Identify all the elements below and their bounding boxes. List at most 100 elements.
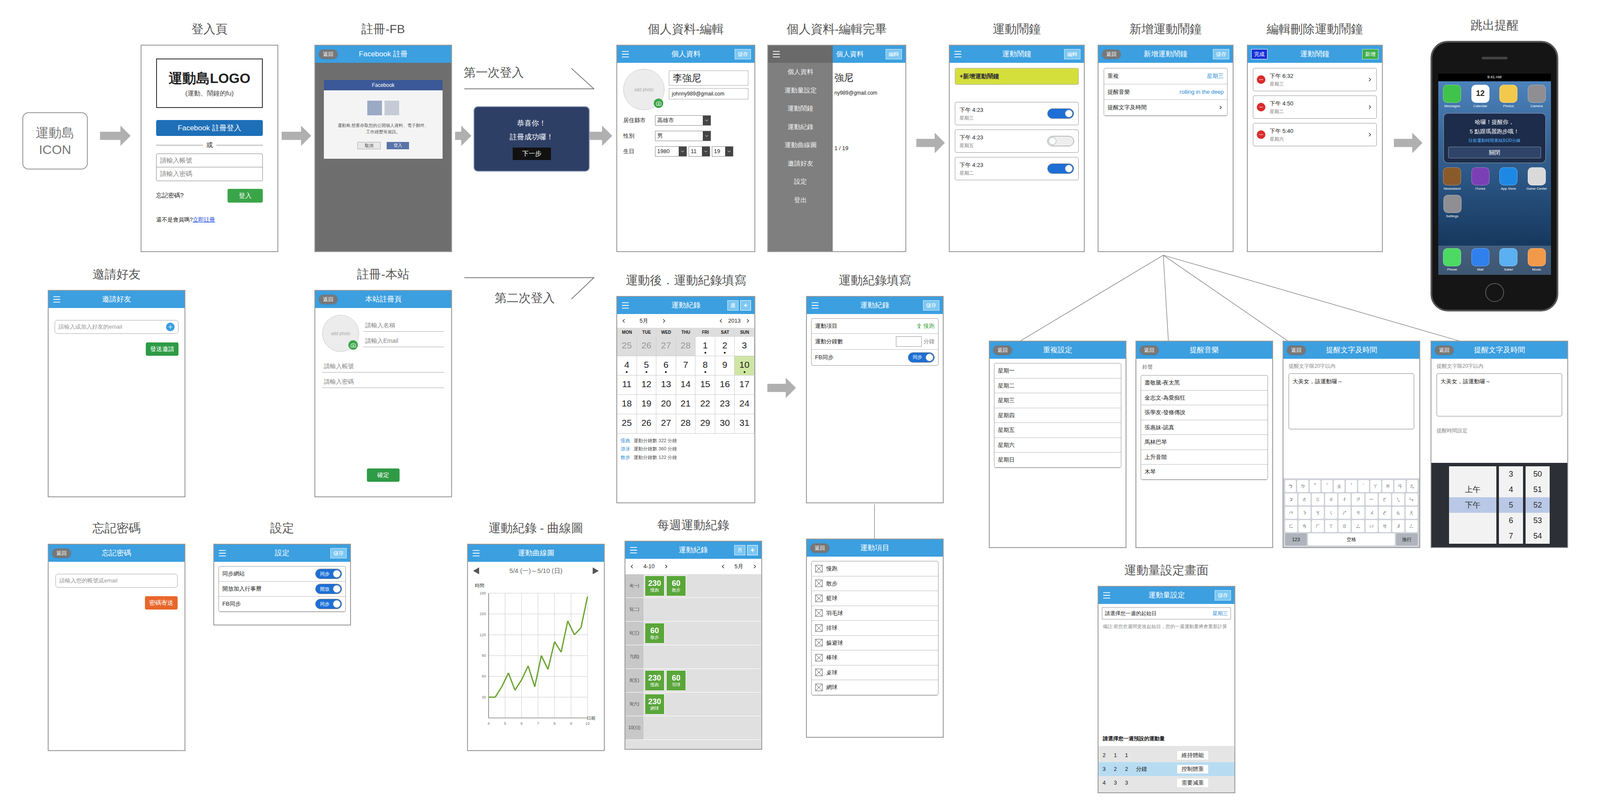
header-button[interactable]: 週 bbox=[727, 300, 739, 311]
next-icon[interactable] bbox=[592, 567, 599, 575]
text-input[interactable]: 請輸入名稱 bbox=[363, 319, 445, 332]
delete-icon[interactable] bbox=[1256, 102, 1266, 112]
text-input[interactable]: 請輸入Email bbox=[363, 335, 445, 348]
calendar-day[interactable]: 6 bbox=[656, 356, 677, 376]
calendar-day[interactable]: 9 bbox=[715, 356, 736, 376]
key[interactable]: ㄗ bbox=[1351, 493, 1364, 506]
back-button[interactable]: 返回 bbox=[318, 49, 338, 59]
add-friend-icon[interactable] bbox=[166, 322, 175, 332]
list-item[interactable]: 網球 bbox=[811, 680, 939, 696]
key[interactable]: ㄑ bbox=[1325, 506, 1338, 519]
setting-row[interactable]: 重複星期三 bbox=[1104, 68, 1228, 85]
calendar-day[interactable]: 21 bbox=[676, 394, 696, 415]
calendar-day[interactable]: 14 bbox=[676, 375, 696, 395]
calendar-day[interactable]: 7 bbox=[676, 356, 696, 376]
select-box[interactable]: 11 bbox=[688, 146, 711, 157]
list-item[interactable]: 躲避球 bbox=[811, 635, 939, 651]
record-tile[interactable]: 230慢跑 bbox=[644, 575, 665, 597]
checkbox-icon[interactable] bbox=[815, 579, 823, 588]
back-button[interactable]: 返回 bbox=[1139, 345, 1159, 355]
key[interactable]: ㄐ bbox=[1325, 493, 1338, 506]
menu-icon[interactable] bbox=[217, 548, 228, 558]
prev-icon[interactable] bbox=[620, 317, 627, 324]
calendar-day[interactable]: 16 bbox=[715, 375, 736, 395]
list-item[interactable]: 星期六 bbox=[994, 437, 1121, 453]
calendar-day[interactable]: 12 bbox=[636, 375, 657, 395]
list-item[interactable]: 馬林巴琴 bbox=[1141, 434, 1268, 450]
done-button[interactable]: 完成 bbox=[1251, 49, 1268, 60]
avatar[interactable]: add photo bbox=[623, 68, 665, 111]
app-icon[interactable]: Messages bbox=[1440, 84, 1464, 109]
toggle-switch[interactable]: 同步 bbox=[315, 598, 342, 610]
calendar-day[interactable]: 24 bbox=[734, 394, 755, 415]
key[interactable]: ㄚ bbox=[1370, 480, 1382, 493]
key[interactable]: 空格 bbox=[1307, 533, 1395, 546]
edit-button[interactable]: 編輯 bbox=[885, 49, 902, 60]
app-icon[interactable]: iTunes bbox=[1468, 167, 1493, 192]
calendar-day[interactable]: 31 bbox=[734, 414, 755, 434]
confirm-button[interactable]: 登入 bbox=[386, 141, 410, 150]
sport-row[interactable]: 運動項目慢跑 bbox=[811, 318, 939, 334]
key[interactable]: ㄤ bbox=[1405, 506, 1418, 519]
app-icon[interactable]: 12Calendar bbox=[1468, 84, 1493, 109]
next-icon[interactable] bbox=[751, 563, 758, 570]
account-input[interactable]: 請輸入帳號 bbox=[156, 153, 263, 168]
calendar-day[interactable]: 3 bbox=[734, 336, 755, 357]
menu-item[interactable]: 登出 bbox=[768, 190, 833, 210]
key[interactable]: ㄊ bbox=[1298, 493, 1311, 506]
picker-item[interactable]: 7 bbox=[1498, 528, 1524, 544]
name-field[interactable]: 李強尼 bbox=[668, 70, 749, 86]
toggle-switch[interactable] bbox=[1047, 163, 1074, 174]
header-button[interactable]: 儲存 bbox=[1212, 49, 1230, 60]
app-icon[interactable]: App Store bbox=[1496, 167, 1520, 192]
app-icon[interactable]: Mail bbox=[1468, 248, 1493, 273]
calendar-day[interactable]: 13 bbox=[656, 375, 677, 395]
header-button[interactable]: 編輯 bbox=[1064, 49, 1081, 60]
key[interactable]: ㄙ bbox=[1351, 520, 1364, 533]
menu-item[interactable]: 運動曲線圖 bbox=[768, 135, 833, 155]
calendar-day[interactable]: 28 bbox=[676, 336, 696, 357]
next-icon[interactable] bbox=[744, 317, 751, 324]
header-button[interactable]: 月 bbox=[734, 544, 746, 556]
calendar-day[interactable]: 15 bbox=[695, 375, 716, 395]
menu-icon[interactable] bbox=[1101, 590, 1112, 600]
menu-icon[interactable] bbox=[471, 548, 481, 558]
calendar-day[interactable]: 23 bbox=[715, 394, 736, 415]
calendar-day[interactable]: 2 bbox=[715, 336, 736, 357]
key[interactable]: ˊ bbox=[1345, 480, 1357, 493]
calendar-day[interactable]: 30 bbox=[715, 414, 736, 434]
calendar-day[interactable]: 25 bbox=[617, 336, 637, 357]
picker-item[interactable]: 下午 bbox=[1449, 497, 1497, 513]
calendar-day[interactable]: 28 bbox=[676, 414, 696, 434]
key[interactable]: 換行 bbox=[1396, 533, 1418, 546]
app-icon[interactable]: Safari bbox=[1496, 248, 1520, 273]
checkbox-icon[interactable] bbox=[815, 624, 823, 632]
key[interactable]: ㄠ bbox=[1392, 506, 1405, 519]
list-item[interactable]: 棒球 bbox=[811, 650, 939, 666]
picker-item[interactable]: 52 bbox=[1525, 497, 1550, 513]
picker-item[interactable]: 5 bbox=[1498, 497, 1524, 513]
list-item[interactable]: 籃球 bbox=[811, 590, 939, 607]
record-tile[interactable]: 230慢跑 bbox=[644, 670, 665, 691]
back-button[interactable]: 返回 bbox=[1286, 345, 1306, 355]
list-item[interactable]: 排球 bbox=[811, 620, 939, 636]
cancel-button[interactable]: 取消 bbox=[357, 141, 381, 150]
calendar-day[interactable]: 10 bbox=[734, 356, 755, 376]
calendar-day[interactable]: 26 bbox=[636, 414, 657, 434]
key[interactable]: ㄎ bbox=[1311, 506, 1324, 519]
checkbox-icon[interactable] bbox=[815, 564, 823, 573]
menu-icon[interactable] bbox=[810, 300, 820, 311]
account-input[interactable]: 請輸入您的帳號或email bbox=[55, 573, 178, 588]
menu-item[interactable]: 運動量設定 bbox=[768, 81, 833, 100]
picker-item[interactable]: 51 bbox=[1525, 481, 1550, 498]
key[interactable]: ㄢ bbox=[1394, 480, 1406, 493]
picker-item[interactable]: 53 bbox=[1525, 512, 1550, 529]
calendar-day[interactable]: 1 bbox=[695, 336, 716, 357]
calendar-day[interactable]: 27 bbox=[656, 414, 677, 434]
email-input[interactable]: 請輸入或加入好友的email bbox=[54, 320, 179, 334]
picker-item[interactable]: 54 bbox=[1525, 528, 1550, 544]
list-item[interactable]: 蕭敬騰-夜太黑 bbox=[1141, 375, 1268, 391]
key[interactable]: ㄧ bbox=[1365, 493, 1378, 506]
key[interactable]: ㄅ bbox=[1285, 480, 1296, 493]
back-button[interactable]: 返回 bbox=[1434, 345, 1454, 355]
